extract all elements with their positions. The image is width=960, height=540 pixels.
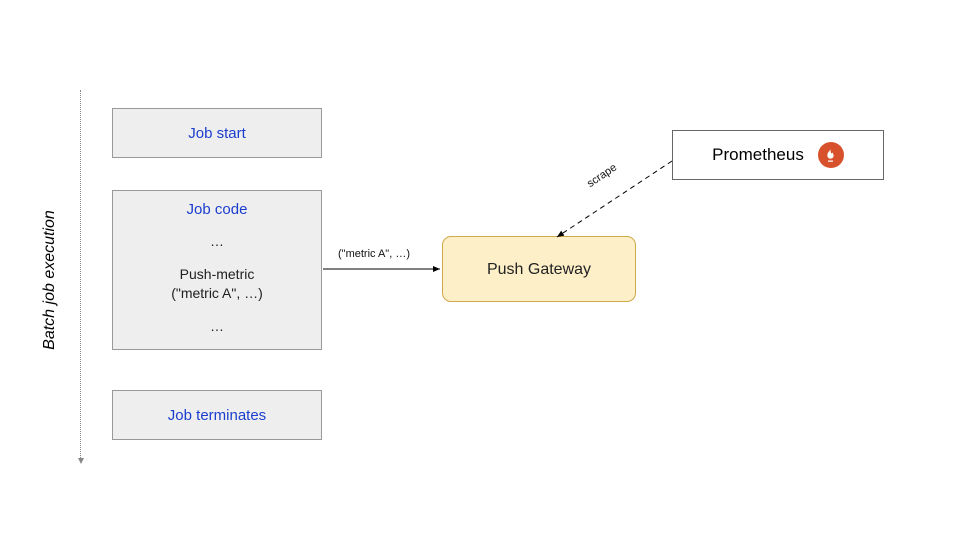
job-code-push-metric: Push-metric ("metric A", …) — [113, 265, 321, 303]
job-terminates-title: Job terminates — [168, 407, 266, 424]
push-gateway-box: Push Gateway — [442, 236, 636, 302]
job-code-box: Job code … Push-metric ("metric A", …) … — [112, 190, 322, 350]
job-code-ellipsis-1: … — [113, 232, 321, 251]
arrow-scrape-label: scrape — [585, 162, 619, 190]
prometheus-box: Prometheus — [672, 130, 884, 180]
push-metric-line2: ("metric A", …) — [171, 285, 263, 301]
job-code-title: Job code — [113, 201, 321, 218]
axis-label: Batch job execution — [41, 210, 59, 350]
prometheus-flame-icon — [818, 142, 844, 168]
arrow-push-label: ("metric A", …) — [338, 248, 410, 260]
prometheus-label: Prometheus — [712, 145, 804, 165]
execution-axis — [80, 90, 81, 460]
job-code-ellipsis-2: … — [113, 317, 321, 336]
push-gateway-label: Push Gateway — [487, 261, 591, 278]
job-start-box: Job start — [112, 108, 322, 158]
job-terminates-box: Job terminates — [112, 390, 322, 440]
job-start-title: Job start — [188, 125, 246, 142]
push-metric-line1: Push-metric — [180, 266, 255, 282]
